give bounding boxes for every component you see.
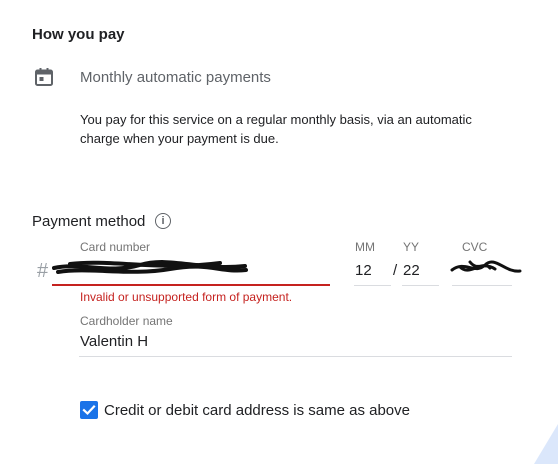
expiry-month-underline	[354, 285, 391, 286]
cardholder-name-underline	[79, 356, 512, 357]
decorative-corner	[534, 424, 558, 464]
info-icon[interactable]: i	[155, 213, 171, 229]
card-number-input[interactable]	[52, 262, 192, 280]
address-same-label[interactable]: Credit or debit card address is same as …	[104, 402, 410, 419]
expiry-year-label: YY	[403, 240, 420, 254]
cardholder-name-label: Cardholder name	[80, 314, 173, 328]
payment-description: You pay for this service on a regular mo…	[80, 112, 472, 146]
payment-type-text: Monthly automatic payments	[80, 69, 271, 86]
card-number-underline	[52, 284, 330, 286]
calendar-icon	[34, 67, 54, 87]
expiry-month-input[interactable]: 12	[355, 262, 372, 279]
cvc-label: CVC	[462, 240, 488, 254]
expiry-month-label: MM	[355, 240, 375, 254]
expiry-year-input[interactable]: 22	[403, 262, 420, 279]
cardholder-name-input[interactable]: Valentin H	[80, 333, 148, 350]
payment-method-title: Payment method	[32, 213, 146, 230]
expiry-year-underline	[402, 285, 439, 286]
how-you-pay-title: How you pay	[32, 26, 125, 43]
cvc-input[interactable]	[462, 262, 510, 280]
address-same-checkbox[interactable]	[80, 401, 98, 419]
cvc-underline	[452, 285, 512, 286]
hash-prefix: #	[37, 260, 49, 282]
card-number-error: Invalid or unsupported form of payment.	[80, 290, 293, 304]
card-number-label: Card number	[80, 240, 151, 254]
checkmark-icon	[82, 404, 96, 416]
expiry-separator: /	[393, 262, 398, 279]
